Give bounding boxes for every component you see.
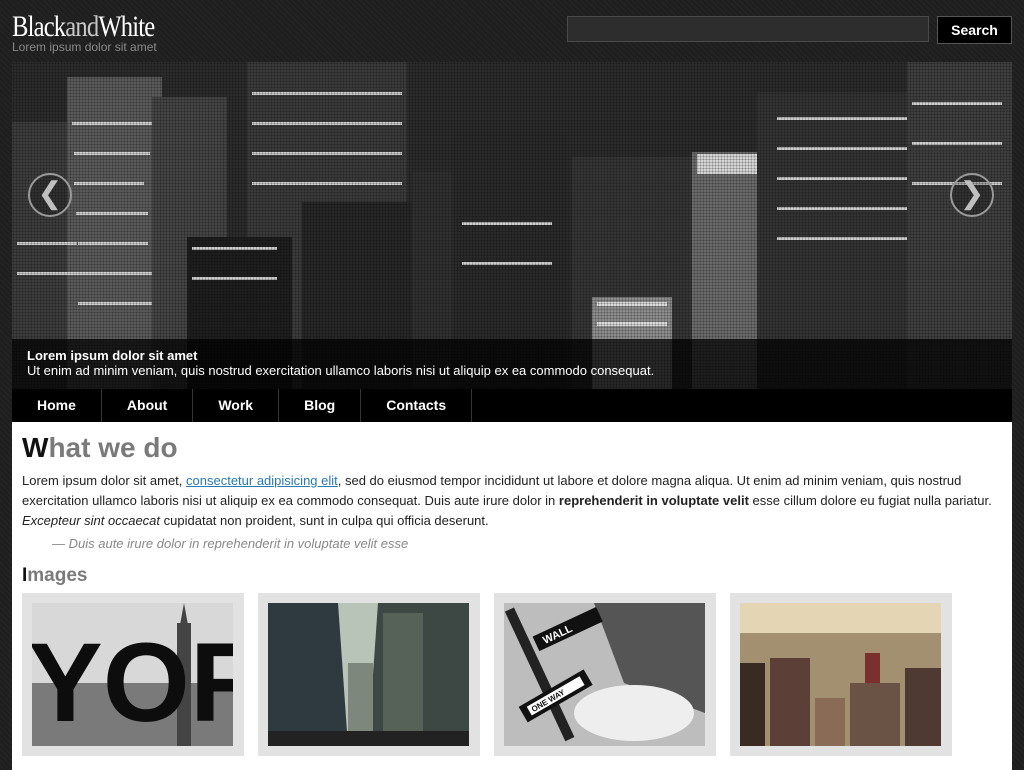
page-heading: What we do [22, 432, 178, 464]
nav-item-home[interactable]: Home [12, 389, 102, 422]
thumbnail-image: YOR [32, 603, 233, 746]
intro-link[interactable]: consectetur adipisicing elit [186, 473, 338, 488]
thumbnail-street[interactable] [258, 593, 480, 756]
thumbnail-new-york[interactable]: YOR [22, 593, 244, 756]
thumbnail-image: WALL ONE WAY [504, 603, 705, 746]
logo-white: White [98, 10, 155, 43]
main-content: What we do Lorem ipsum dolor sit amet, c… [12, 422, 1012, 770]
thumbnail-image [740, 603, 941, 746]
slide-caption: Lorem ipsum dolor sit amet Ut enim ad mi… [12, 339, 1012, 389]
logo-black: Black [12, 10, 66, 43]
heading-initial: W [22, 432, 49, 463]
thumbnail-image [268, 603, 469, 746]
nav-item-about[interactable]: About [102, 389, 194, 422]
quote: — Duis aute irure dolor in reprehenderit… [52, 536, 409, 551]
slider-next-icon[interactable]: ❯ [950, 173, 994, 217]
intro-paragraph: Lorem ipsum dolor sit amet, consectetur … [22, 471, 1002, 531]
slider-prev-icon[interactable]: ❮ [28, 173, 72, 217]
thumbnail-wall-street[interactable]: WALL ONE WAY [494, 593, 716, 756]
heading-rest: hat we do [48, 432, 178, 463]
para-text-4: cupidatat non proident, sunt in culpa qu… [160, 513, 489, 528]
page: BlackandWhite Lorem ipsum dolor sit amet… [0, 0, 1024, 770]
site-tagline: Lorem ipsum dolor sit amet [12, 40, 157, 54]
main-nav: Home About Work Blog Contacts [12, 389, 1012, 422]
thumbnail-city-view[interactable] [730, 593, 952, 756]
nav-item-contacts[interactable]: Contacts [361, 389, 473, 422]
caption-text: Ut enim ad minim veniam, quis nostrud ex… [27, 363, 655, 378]
image-slider: ❮ ❯ Lorem ipsum dolor sit amet Ut enim a… [12, 62, 1012, 389]
caption-title: Lorem ipsum dolor sit amet [27, 348, 198, 363]
para-italic: Excepteur sint occaecat [22, 513, 161, 528]
para-text-1: Lorem ipsum dolor sit amet, [22, 473, 187, 488]
para-bold: reprehenderit in voluptate velit [558, 493, 749, 508]
images-heading-rest: mages [27, 565, 88, 586]
thumbnail-yor-text: YOR [32, 620, 233, 745]
para-text-3: esse cillum dolore eu fugiat nulla paria… [748, 493, 992, 508]
search-input[interactable] [567, 16, 929, 42]
header: BlackandWhite Lorem ipsum dolor sit amet… [0, 0, 1024, 62]
nav-item-blog[interactable]: Blog [279, 389, 362, 422]
search-button[interactable]: Search [937, 16, 1012, 44]
nav-item-work[interactable]: Work [193, 389, 280, 422]
images-heading: Images [22, 565, 87, 587]
logo-and: and [65, 10, 99, 43]
